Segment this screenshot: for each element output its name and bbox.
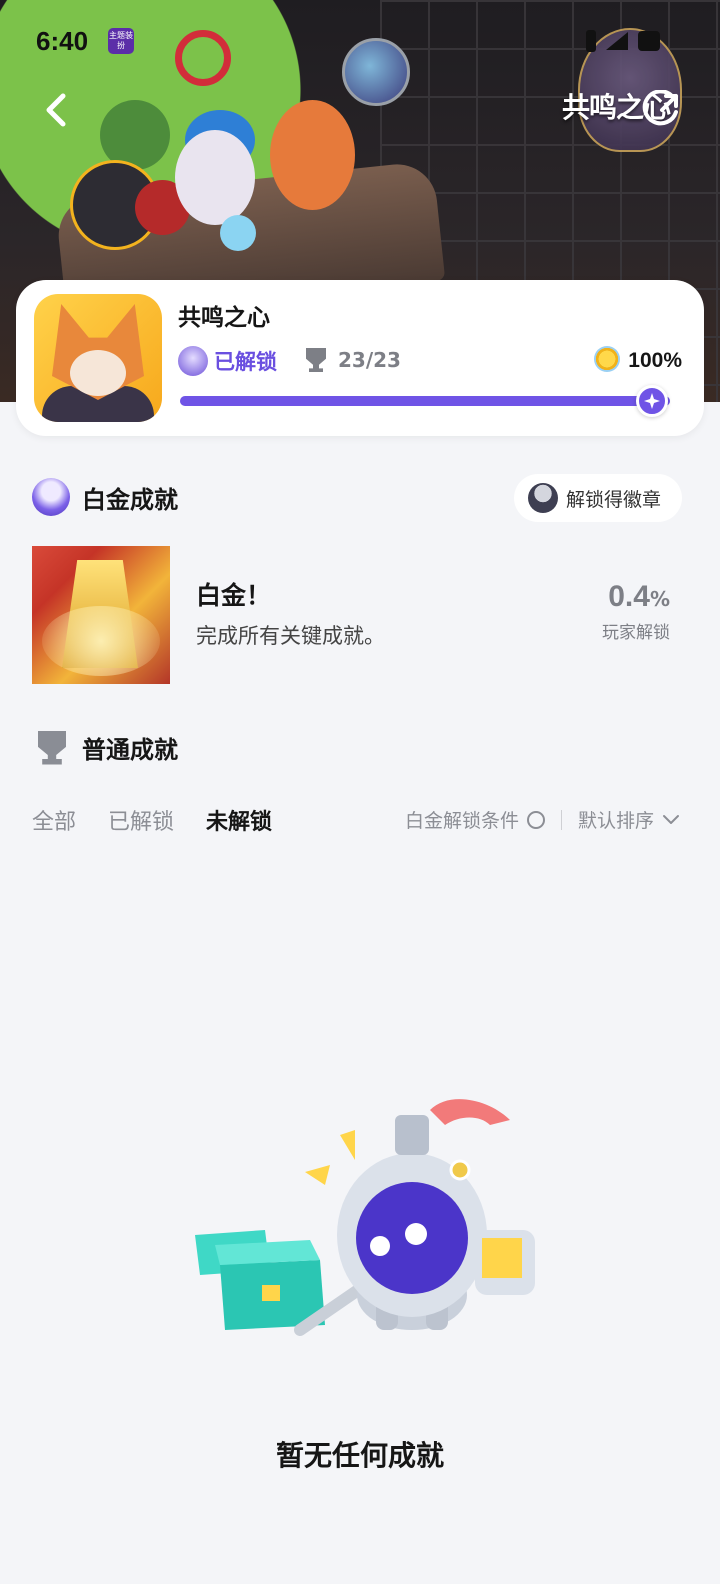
theme-badge-icon: 主题装扮 (108, 28, 134, 54)
platinum-section-title: 白金成就 (82, 485, 178, 514)
game-info-card: 共鸣之心 已解锁 23/23 100% (16, 280, 704, 436)
platinum-condition-filter[interactable]: 白金解锁条件 (405, 806, 519, 833)
share-button[interactable] (640, 88, 684, 132)
achievement-description: 完成所有关键成就。 (196, 624, 385, 648)
progress-fill (180, 396, 670, 406)
trophy-count: 23/23 (338, 348, 401, 372)
progress-knob (636, 385, 668, 417)
achievement-name: 白金！ (196, 581, 272, 610)
rabbit-character (175, 130, 255, 225)
filter-bar: 白金解锁条件 默认排序 (405, 806, 680, 833)
completion-percent: 100% (628, 349, 682, 372)
tab-all[interactable]: 全部 (32, 804, 76, 836)
sparkle-icon (644, 393, 660, 409)
unlock-status-text: 已解锁 (214, 350, 277, 374)
unlock-rate-value: 0.4 (608, 580, 650, 613)
treasure-chest-icon (195, 1230, 325, 1330)
unlock-rate-label: 玩家解锁 (602, 623, 670, 643)
platinum-trophy-icon (178, 346, 208, 376)
empty-state-message: 暂无任何成就 (275, 1439, 444, 1472)
game-app-icon (34, 294, 162, 422)
share-icon (642, 90, 678, 126)
chevron-left-icon (46, 93, 66, 127)
chevron-down-icon[interactable] (662, 814, 680, 826)
platinum-achievement[interactable]: 白金！ 完成所有关键成就。 0.4% 玩家解锁 (32, 546, 688, 686)
back-button[interactable] (34, 88, 78, 132)
ghost-character (220, 215, 256, 251)
unlock-status: 已解锁 (178, 346, 277, 376)
gear-icon (175, 30, 231, 86)
unlock-rate-unit: % (649, 587, 670, 611)
signal-icon (606, 32, 628, 50)
tab-unlocked[interactable]: 已解锁 (108, 804, 174, 836)
trophy-counter: 23/23 (306, 348, 401, 372)
battery-icon (638, 31, 660, 51)
trophy-icon (306, 348, 326, 372)
medal-icon (594, 346, 621, 376)
empty-state-illustration (195, 1099, 535, 1336)
normal-section-header: 普通成就 (32, 730, 178, 765)
unlock-badge-button[interactable]: 解锁得徽章 (514, 474, 682, 522)
achievement-tabs: 全部 已解锁 未解锁 (32, 804, 304, 836)
orb-icon (342, 38, 410, 106)
platinum-condition-toggle[interactable] (526, 810, 545, 829)
bluetooth-icon (586, 30, 596, 52)
completion-rate: 100% (594, 346, 682, 376)
achievement-unlock-rate: 0.4% 玩家解锁 (602, 580, 670, 643)
status-icons (586, 30, 660, 52)
platinum-icon (32, 478, 70, 516)
badge-avatar-icon (528, 483, 558, 513)
platinum-achievement-image (32, 546, 170, 684)
unlock-badge-label: 解锁得徽章 (566, 488, 662, 511)
platinum-section-header: 白金成就 (32, 478, 178, 516)
game-title: 共鸣之心 (178, 305, 270, 331)
trophy-icon (38, 730, 66, 765)
knight-mascot (337, 1099, 535, 1330)
sort-dropdown[interactable]: 默认排序 (578, 806, 654, 833)
fox-character (270, 100, 355, 210)
status-time: 6:40 (36, 26, 89, 56)
tab-locked[interactable]: 未解锁 (206, 804, 272, 836)
normal-section-title: 普通成就 (82, 736, 178, 764)
filter-divider (560, 809, 562, 830)
progress-bar (180, 396, 670, 406)
